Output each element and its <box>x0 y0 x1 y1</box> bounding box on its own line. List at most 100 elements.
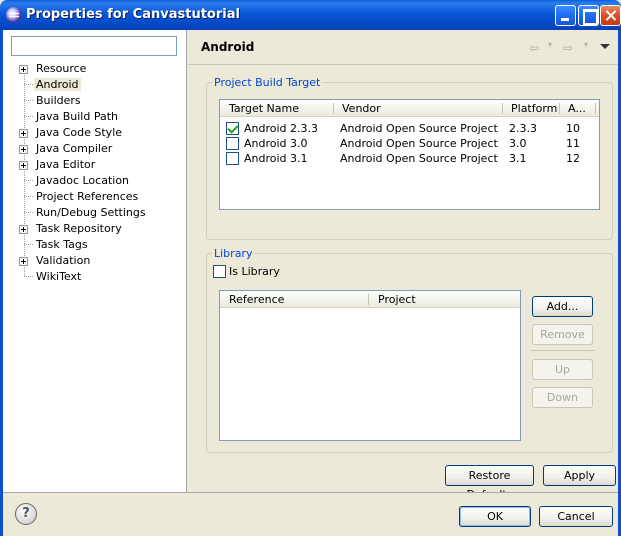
ok-button[interactable]: OK <box>459 506 531 527</box>
tree-connector <box>24 84 33 85</box>
title-bar[interactable]: Properties for Canvastutorial <box>0 0 621 30</box>
tree-connector <box>24 276 33 277</box>
tree-connector <box>24 116 33 117</box>
help-icon[interactable]: ? <box>15 503 37 525</box>
tree-item-run-debug-settings[interactable]: Run/Debug Settings <box>3 205 187 221</box>
tree-item-java-code-style[interactable]: Java Code Style <box>3 125 187 141</box>
tree-item-builders[interactable]: Builders <box>3 93 187 109</box>
table-cell-target-name: Android 2.3.3 <box>244 122 319 135</box>
table-cell-vendor: Android Open Source Project <box>340 122 498 135</box>
build-target-table-header: Target Name Vendor Platform A... <box>220 100 599 117</box>
tree-connector <box>24 212 33 213</box>
tree-item-java-editor[interactable]: Java Editor <box>3 157 187 173</box>
tree-item-validation[interactable]: Validation <box>3 253 187 269</box>
tree-connector <box>24 180 33 181</box>
restore-defaults-button[interactable]: Restore Defaults <box>445 465 534 501</box>
target-checkbox-android-3-1[interactable] <box>226 152 239 165</box>
tree-item-project-references[interactable]: Project References <box>3 189 187 205</box>
filter-input[interactable] <box>11 36 177 56</box>
column-header-project[interactable]: Project <box>378 293 416 306</box>
back-arrow-icon[interactable]: ⇦ <box>529 41 545 55</box>
maximize-button[interactable] <box>578 5 599 26</box>
eclipse-app-icon <box>6 7 22 23</box>
tree-connector <box>24 196 33 197</box>
tree-item-label: Task Repository <box>36 222 122 235</box>
target-checkbox-android-3-0[interactable] <box>226 137 239 150</box>
tree-item-wikitext[interactable]: WikiText <box>3 269 187 285</box>
library-group-title: Library <box>212 247 255 260</box>
is-library-label[interactable]: Is Library <box>229 265 280 278</box>
button-separator <box>531 350 595 351</box>
tree-item-label: Javadoc Location <box>36 174 130 187</box>
window-title: Properties for Canvastutorial <box>26 7 240 22</box>
title-separator <box>188 64 618 65</box>
property-page-tree-pane: Resource Android Builders Java Build Pat… <box>3 30 187 492</box>
tree-item-task-tags[interactable]: Task Tags <box>3 237 187 253</box>
expand-plus-icon[interactable] <box>19 257 28 266</box>
add-button[interactable]: Add... <box>532 296 593 317</box>
expand-plus-icon[interactable] <box>19 129 28 138</box>
column-header-target-name[interactable]: Target Name <box>229 102 299 115</box>
tree-connector <box>24 244 33 245</box>
tree-item-resource[interactable]: Resource <box>3 61 187 77</box>
view-menu-triangle-icon[interactable] <box>600 44 610 49</box>
tree-item-label: Java Compiler <box>36 142 113 155</box>
expand-plus-icon[interactable] <box>19 145 28 154</box>
table-cell-api: 10 <box>566 122 580 135</box>
column-divider[interactable] <box>502 103 503 114</box>
table-cell-target-name: Android 3.1 <box>244 152 308 165</box>
forward-arrow-icon[interactable]: ⇨ <box>563 41 579 55</box>
expand-plus-icon[interactable] <box>19 161 28 170</box>
tree-item-java-compiler[interactable]: Java Compiler <box>3 141 187 157</box>
tree-item-task-repository[interactable]: Task Repository <box>3 221 187 237</box>
tree-item-label: Java Build Path <box>36 110 119 123</box>
down-button[interactable]: Down <box>532 387 593 408</box>
tree-item-label: Validation <box>36 254 91 267</box>
table-cell-api: 12 <box>566 152 580 165</box>
up-button[interactable]: Up <box>532 359 593 380</box>
table-cell-platform: 2.3.3 <box>509 122 537 135</box>
tree-item-label: Builders <box>36 94 81 107</box>
column-divider[interactable] <box>595 103 596 114</box>
back-menu-chevron-icon[interactable]: ▾ <box>548 40 552 49</box>
tree-item-label: Resource <box>36 62 87 75</box>
column-divider[interactable] <box>368 294 369 305</box>
build-target-table[interactable]: Target Name Vendor Platform A... Android… <box>219 99 600 210</box>
library-reference-table[interactable]: Reference Project <box>219 290 521 441</box>
library-table-header: Reference Project <box>220 291 520 308</box>
table-cell-vendor: Android Open Source Project <box>340 137 498 150</box>
column-header-platform[interactable]: Platform <box>511 102 557 115</box>
target-checkbox-android-2-3-3[interactable] <box>226 122 239 135</box>
tree-item-javadoc-location[interactable]: Javadoc Location <box>3 173 187 189</box>
tree-item-label: Android <box>34 78 81 91</box>
remove-button[interactable]: Remove <box>532 324 593 345</box>
column-header-reference[interactable]: Reference <box>229 293 284 306</box>
tree-connector <box>24 100 33 101</box>
is-library-checkbox[interactable] <box>213 265 226 278</box>
table-cell-vendor: Android Open Source Project <box>340 152 498 165</box>
tree-item-android[interactable]: Android <box>3 77 187 93</box>
forward-menu-chevron-icon[interactable]: ▾ <box>584 40 588 49</box>
expand-plus-icon[interactable] <box>19 65 28 74</box>
minimize-button[interactable] <box>555 5 576 26</box>
column-divider[interactable] <box>333 103 334 114</box>
table-cell-platform: 3.1 <box>509 152 527 165</box>
tree-item-label: Run/Debug Settings <box>36 206 146 219</box>
project-build-target-title: Project Build Target <box>212 76 323 89</box>
tree-item-label: Task Tags <box>36 238 88 251</box>
tree-item-java-build-path[interactable]: Java Build Path <box>3 109 187 125</box>
page-title: Android <box>201 40 255 54</box>
tree-item-label: Java Editor <box>36 158 96 171</box>
apply-button[interactable]: Apply <box>543 465 616 486</box>
tree-item-label: WikiText <box>36 270 82 283</box>
tree-item-label: Project References <box>36 190 139 203</box>
expand-plus-icon[interactable] <box>19 225 28 234</box>
column-divider[interactable] <box>559 103 560 114</box>
table-cell-target-name: Android 3.0 <box>244 137 308 150</box>
table-cell-platform: 3.0 <box>509 137 527 150</box>
column-header-vendor[interactable]: Vendor <box>342 102 381 115</box>
table-cell-api: 11 <box>566 137 580 150</box>
cancel-button[interactable]: Cancel <box>539 506 613 527</box>
column-header-api[interactable]: A... <box>568 102 586 115</box>
close-button[interactable] <box>600 5 621 26</box>
